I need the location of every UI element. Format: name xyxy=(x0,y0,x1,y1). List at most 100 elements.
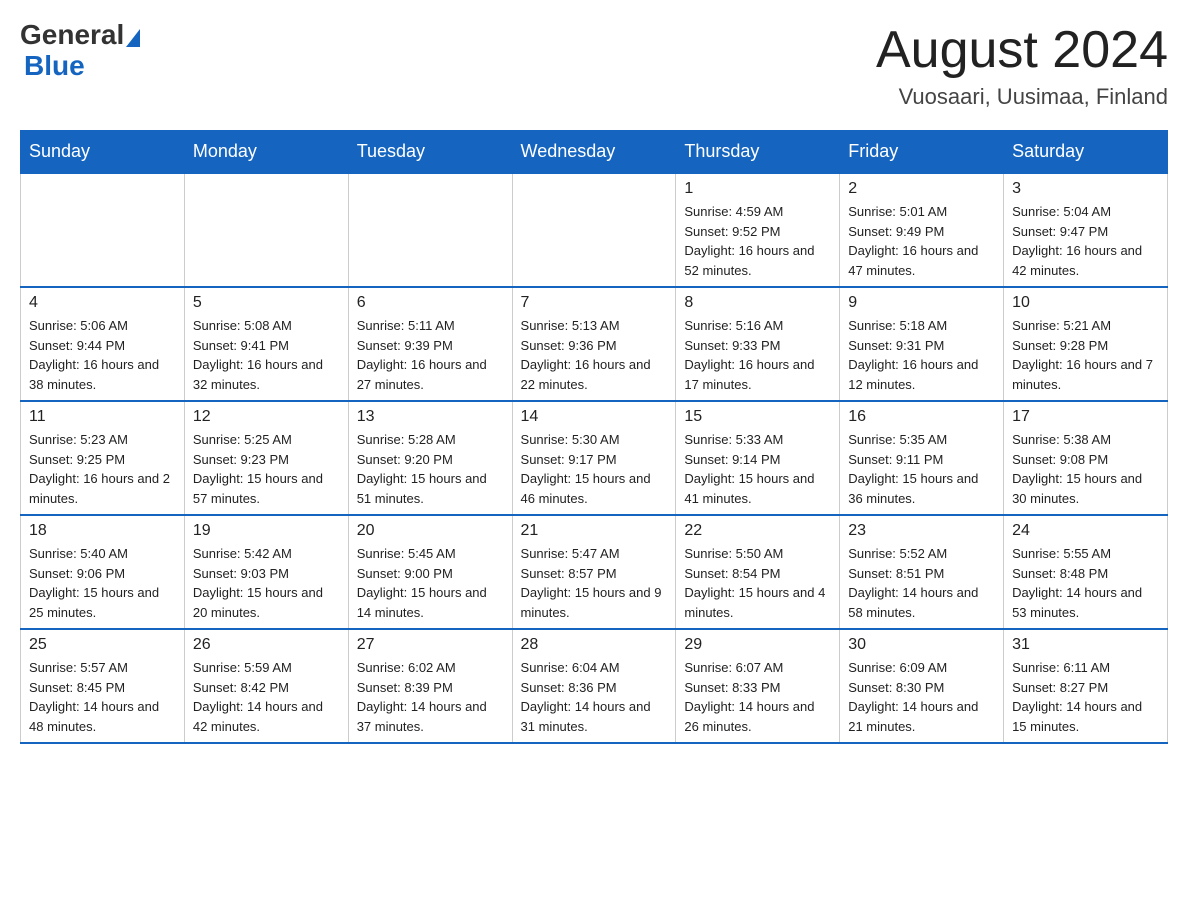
day-info: Sunrise: 5:11 AMSunset: 9:39 PMDaylight:… xyxy=(357,316,504,394)
calendar-cell: 11 Sunrise: 5:23 AMSunset: 9:25 PMDayligh… xyxy=(21,401,185,515)
calendar-header-thursday: Thursday xyxy=(676,131,840,174)
logo-line1: General xyxy=(20,20,140,51)
day-info: Sunrise: 5:28 AMSunset: 9:20 PMDaylight:… xyxy=(357,430,504,508)
calendar-cell: 22 Sunrise: 5:50 AMSunset: 8:54 PMDayligh… xyxy=(676,515,840,629)
day-number: 10 xyxy=(1012,294,1159,312)
day-info: Sunrise: 5:47 AMSunset: 8:57 PMDaylight:… xyxy=(521,544,668,622)
calendar-cell: 14 Sunrise: 5:30 AMSunset: 9:17 PMDayligh… xyxy=(512,401,676,515)
calendar-cell: 4 Sunrise: 5:06 AMSunset: 9:44 PMDaylight… xyxy=(21,287,185,401)
day-info: Sunrise: 6:07 AMSunset: 8:33 PMDaylight:… xyxy=(684,658,831,736)
day-info: Sunrise: 5:25 AMSunset: 9:23 PMDaylight:… xyxy=(193,430,340,508)
calendar-cell: 23 Sunrise: 5:52 AMSunset: 8:51 PMDayligh… xyxy=(840,515,1004,629)
day-number: 28 xyxy=(521,636,668,654)
day-info: Sunrise: 5:08 AMSunset: 9:41 PMDaylight:… xyxy=(193,316,340,394)
calendar-cell: 17 Sunrise: 5:38 AMSunset: 9:08 PMDayligh… xyxy=(1004,401,1168,515)
day-info: Sunrise: 5:59 AMSunset: 8:42 PMDaylight:… xyxy=(193,658,340,736)
calendar-week-row: 4 Sunrise: 5:06 AMSunset: 9:44 PMDaylight… xyxy=(21,287,1168,401)
day-info: Sunrise: 5:42 AMSunset: 9:03 PMDaylight:… xyxy=(193,544,340,622)
calendar-week-row: 25Sunrise: 5:57 AMSunset: 8:45 PMDayligh… xyxy=(21,629,1168,743)
day-info: Sunrise: 5:13 AMSunset: 9:36 PMDaylight:… xyxy=(521,316,668,394)
calendar-header-sunday: Sunday xyxy=(21,131,185,174)
day-info: Sunrise: 6:09 AMSunset: 8:30 PMDaylight:… xyxy=(848,658,995,736)
month-title: August 2024 xyxy=(876,20,1168,80)
calendar-cell: 3 Sunrise: 5:04 AMSunset: 9:47 PMDaylight… xyxy=(1004,173,1168,287)
day-number: 1 xyxy=(684,180,831,198)
calendar-cell: 12 Sunrise: 5:25 AMSunset: 9:23 PMDayligh… xyxy=(184,401,348,515)
day-number: 9 xyxy=(848,294,995,312)
calendar-table: SundayMondayTuesdayWednesdayThursdayFrid… xyxy=(20,130,1168,744)
day-number: 21 xyxy=(521,522,668,540)
day-number: 19 xyxy=(193,522,340,540)
day-info: Sunrise: 5:23 AMSunset: 9:25 PMDaylight:… xyxy=(29,430,176,508)
calendar-cell: 20 Sunrise: 5:45 AMSunset: 9:00 PMDayligh… xyxy=(348,515,512,629)
calendar-cell xyxy=(348,173,512,287)
calendar-cell: 7 Sunrise: 5:13 AMSunset: 9:36 PMDaylight… xyxy=(512,287,676,401)
day-info: Sunrise: 5:04 AMSunset: 9:47 PMDaylight:… xyxy=(1012,202,1159,280)
day-number: 29 xyxy=(684,636,831,654)
day-number: 17 xyxy=(1012,408,1159,426)
calendar-week-row: 1 Sunrise: 4:59 AMSunset: 9:52 PMDaylight… xyxy=(21,173,1168,287)
day-number: 18 xyxy=(29,522,176,540)
calendar-header-row: SundayMondayTuesdayWednesdayThursdayFrid… xyxy=(21,131,1168,174)
calendar-header-wednesday: Wednesday xyxy=(512,131,676,174)
day-info: Sunrise: 5:40 AMSunset: 9:06 PMDaylight:… xyxy=(29,544,176,622)
calendar-cell: 10Sunrise: 5:21 AMSunset: 9:28 PMDayligh… xyxy=(1004,287,1168,401)
calendar-header-saturday: Saturday xyxy=(1004,131,1168,174)
page-header: General Blue August 2024 Vuosaari, Uusim… xyxy=(20,20,1168,110)
calendar-header-tuesday: Tuesday xyxy=(348,131,512,174)
calendar-cell: 26 Sunrise: 5:59 AMSunset: 8:42 PMDayligh… xyxy=(184,629,348,743)
day-number: 5 xyxy=(193,294,340,312)
day-info: Sunrise: 5:33 AMSunset: 9:14 PMDaylight:… xyxy=(684,430,831,508)
calendar-cell: 16 Sunrise: 5:35 AMSunset: 9:11 PMDayligh… xyxy=(840,401,1004,515)
calendar-cell xyxy=(512,173,676,287)
calendar-cell: 9Sunrise: 5:18 AMSunset: 9:31 PMDaylight… xyxy=(840,287,1004,401)
day-number: 23 xyxy=(848,522,995,540)
logo-text: General Blue xyxy=(20,20,140,82)
day-number: 31 xyxy=(1012,636,1159,654)
day-info: Sunrise: 6:02 AMSunset: 8:39 PMDaylight:… xyxy=(357,658,504,736)
day-info: Sunrise: 5:30 AMSunset: 9:17 PMDaylight:… xyxy=(521,430,668,508)
day-info: Sunrise: 5:35 AMSunset: 9:11 PMDaylight:… xyxy=(848,430,995,508)
day-number: 20 xyxy=(357,522,504,540)
calendar-cell: 15 Sunrise: 5:33 AMSunset: 9:14 PMDayligh… xyxy=(676,401,840,515)
day-number: 11 xyxy=(29,408,176,426)
calendar-cell: 25Sunrise: 5:57 AMSunset: 8:45 PMDayligh… xyxy=(21,629,185,743)
day-number: 4 xyxy=(29,294,176,312)
calendar-cell: 24 Sunrise: 5:55 AMSunset: 8:48 PMDayligh… xyxy=(1004,515,1168,629)
day-number: 30 xyxy=(848,636,995,654)
day-info: Sunrise: 6:11 AMSunset: 8:27 PMDaylight:… xyxy=(1012,658,1159,736)
day-number: 26 xyxy=(193,636,340,654)
day-number: 15 xyxy=(684,408,831,426)
day-number: 14 xyxy=(521,408,668,426)
day-info: Sunrise: 4:59 AMSunset: 9:52 PMDaylight:… xyxy=(684,202,831,280)
calendar-cell: 31 Sunrise: 6:11 AMSunset: 8:27 PMDayligh… xyxy=(1004,629,1168,743)
day-info: Sunrise: 5:38 AMSunset: 9:08 PMDaylight:… xyxy=(1012,430,1159,508)
day-number: 8 xyxy=(684,294,831,312)
day-info: Sunrise: 6:04 AMSunset: 8:36 PMDaylight:… xyxy=(521,658,668,736)
calendar-cell xyxy=(21,173,185,287)
day-info: Sunrise: 5:06 AMSunset: 9:44 PMDaylight:… xyxy=(29,316,176,394)
day-number: 7 xyxy=(521,294,668,312)
day-info: Sunrise: 5:52 AMSunset: 8:51 PMDaylight:… xyxy=(848,544,995,622)
day-number: 3 xyxy=(1012,180,1159,198)
calendar-cell: 2Sunrise: 5:01 AMSunset: 9:49 PMDaylight… xyxy=(840,173,1004,287)
day-number: 27 xyxy=(357,636,504,654)
day-info: Sunrise: 5:50 AMSunset: 8:54 PMDaylight:… xyxy=(684,544,831,622)
day-info: Sunrise: 5:45 AMSunset: 9:00 PMDaylight:… xyxy=(357,544,504,622)
calendar-cell: 29 Sunrise: 6:07 AMSunset: 8:33 PMDayligh… xyxy=(676,629,840,743)
calendar-cell: 19 Sunrise: 5:42 AMSunset: 9:03 PMDayligh… xyxy=(184,515,348,629)
logo-triangle-icon xyxy=(126,29,140,47)
day-info: Sunrise: 5:01 AMSunset: 9:49 PMDaylight:… xyxy=(848,202,995,280)
calendar-cell: 27 Sunrise: 6:02 AMSunset: 8:39 PMDayligh… xyxy=(348,629,512,743)
day-info: Sunrise: 5:57 AMSunset: 8:45 PMDaylight:… xyxy=(29,658,176,736)
day-info: Sunrise: 5:55 AMSunset: 8:48 PMDaylight:… xyxy=(1012,544,1159,622)
calendar-cell: 18 Sunrise: 5:40 AMSunset: 9:06 PMDayligh… xyxy=(21,515,185,629)
day-number: 12 xyxy=(193,408,340,426)
calendar-week-row: 11 Sunrise: 5:23 AMSunset: 9:25 PMDayligh… xyxy=(21,401,1168,515)
calendar-cell: 30 Sunrise: 6:09 AMSunset: 8:30 PMDayligh… xyxy=(840,629,1004,743)
day-number: 22 xyxy=(684,522,831,540)
day-number: 16 xyxy=(848,408,995,426)
day-number: 6 xyxy=(357,294,504,312)
calendar-cell: 13Sunrise: 5:28 AMSunset: 9:20 PMDayligh… xyxy=(348,401,512,515)
day-number: 24 xyxy=(1012,522,1159,540)
